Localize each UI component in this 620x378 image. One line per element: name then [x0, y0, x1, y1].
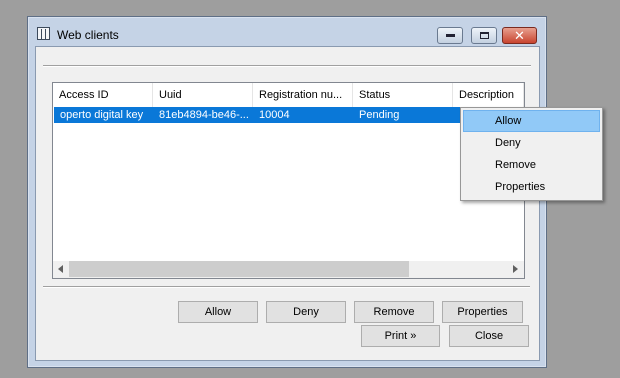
- properties-button[interactable]: Properties: [442, 301, 523, 323]
- top-divider: [43, 65, 531, 67]
- table-icon: [37, 27, 50, 40]
- column-header-access-id[interactable]: Access ID: [53, 83, 153, 107]
- close-button[interactable]: Close: [449, 325, 529, 347]
- column-header-registration[interactable]: Registration nu...: [253, 83, 353, 107]
- table-row[interactable]: operto digital key 81eb4894-be46-... 100…: [54, 107, 524, 123]
- maximize-button[interactable]: [471, 27, 497, 44]
- column-header-description[interactable]: Description: [453, 83, 524, 107]
- context-menu-allow[interactable]: Allow: [463, 110, 600, 132]
- title-bar[interactable]: Web clients ✕: [28, 17, 546, 45]
- list-header: Access ID Uuid Registration nu... Status…: [53, 83, 524, 107]
- bottom-divider: [43, 286, 530, 288]
- remove-button[interactable]: Remove: [354, 301, 434, 323]
- column-header-uuid[interactable]: Uuid: [153, 83, 253, 107]
- scroll-right-icon[interactable]: [513, 265, 518, 273]
- clients-list[interactable]: Access ID Uuid Registration nu... Status…: [52, 82, 525, 279]
- minimize-button[interactable]: [437, 27, 463, 44]
- column-header-status[interactable]: Status: [353, 83, 453, 107]
- close-window-button[interactable]: ✕: [502, 27, 537, 44]
- deny-button[interactable]: Deny: [266, 301, 346, 323]
- dialog-body: Access ID Uuid Registration nu... Status…: [35, 46, 540, 361]
- maximize-icon: [479, 32, 489, 39]
- scrollbar-thumb[interactable]: [69, 261, 409, 277]
- cell-uuid: 81eb4894-be46-...: [159, 109, 249, 121]
- cell-access-id: operto digital key: [60, 109, 144, 121]
- print-button[interactable]: Print »: [361, 325, 440, 347]
- window-title: Web clients: [57, 28, 119, 42]
- context-menu: Allow Deny Remove Properties: [460, 107, 603, 201]
- horizontal-scrollbar[interactable]: [53, 261, 524, 278]
- context-menu-properties[interactable]: Properties: [463, 176, 600, 198]
- cell-status: Pending: [359, 109, 400, 121]
- scroll-left-icon[interactable]: [58, 265, 63, 273]
- cell-registration: 10004: [259, 109, 290, 121]
- context-menu-deny[interactable]: Deny: [463, 132, 600, 154]
- allow-button[interactable]: Allow: [178, 301, 258, 323]
- close-icon: ✕: [514, 28, 525, 43]
- context-menu-remove[interactable]: Remove: [463, 154, 600, 176]
- minimize-icon: [445, 34, 455, 37]
